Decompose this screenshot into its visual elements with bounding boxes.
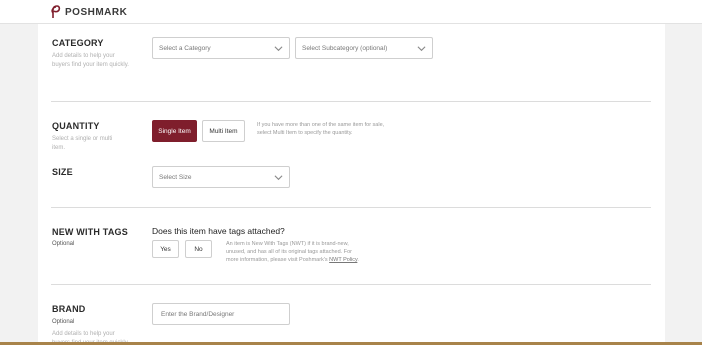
listing-form: [38, 24, 665, 345]
brand-description: Add details to help your buyers find you…: [52, 331, 129, 342]
chevron-down-icon: [274, 46, 283, 52]
category-select-placeholder: Select a Category: [159, 44, 211, 52]
top-bar: POSHMARK: [0, 0, 702, 24]
multi-item-button[interactable]: Multi Item: [202, 120, 245, 142]
nwt-no-button[interactable]: No: [185, 240, 212, 258]
nwt-title: NEW WITH TAGS: [52, 227, 128, 237]
nwt-yes-button[interactable]: Yes: [152, 240, 179, 258]
subcategory-select[interactable]: Select Subcategory (optional): [295, 37, 433, 59]
size-select-placeholder: Select Size: [159, 173, 192, 181]
nwt-policy-link[interactable]: NWT Policy: [329, 257, 357, 263]
nwt-help-text: An item is New With Tags (NWT) if it is …: [226, 240, 366, 264]
section-divider: [51, 101, 651, 102]
category-description: Add details to help your buyers find you…: [52, 53, 129, 68]
category-select[interactable]: Select a Category: [152, 37, 290, 59]
quantity-help-text: If you have more than one of the same it…: [257, 122, 385, 136]
nwt-question: Does this item have tags attached?: [152, 226, 285, 236]
brand-input[interactable]: Enter the Brand/Designer: [152, 303, 290, 325]
category-title: CATEGORY: [52, 38, 104, 48]
size-title: SIZE: [52, 167, 73, 177]
chevron-down-icon: [417, 46, 426, 52]
poshmark-logo[interactable]: POSHMARK: [49, 4, 127, 20]
subcategory-select-placeholder: Select Subcategory (optional): [302, 44, 388, 52]
brand-input-placeholder: Enter the Brand/Designer: [161, 310, 235, 318]
quantity-title: QUANTITY: [52, 121, 100, 131]
nwt-help-end: .: [357, 257, 359, 263]
nwt-optional-label: Optional: [52, 241, 75, 247]
single-item-button[interactable]: Single Item: [152, 120, 197, 142]
poshmark-logo-icon: [51, 5, 61, 18]
brand-title: BRAND: [52, 304, 86, 314]
brand-optional-label: Optional: [52, 319, 75, 325]
brand-name: POSHMARK: [65, 6, 128, 18]
section-divider: [51, 284, 651, 285]
quantity-description: Select a single or multi item.: [52, 136, 113, 151]
chevron-down-icon: [274, 175, 283, 181]
size-select[interactable]: Select Size: [152, 166, 290, 188]
section-divider: [51, 207, 651, 208]
